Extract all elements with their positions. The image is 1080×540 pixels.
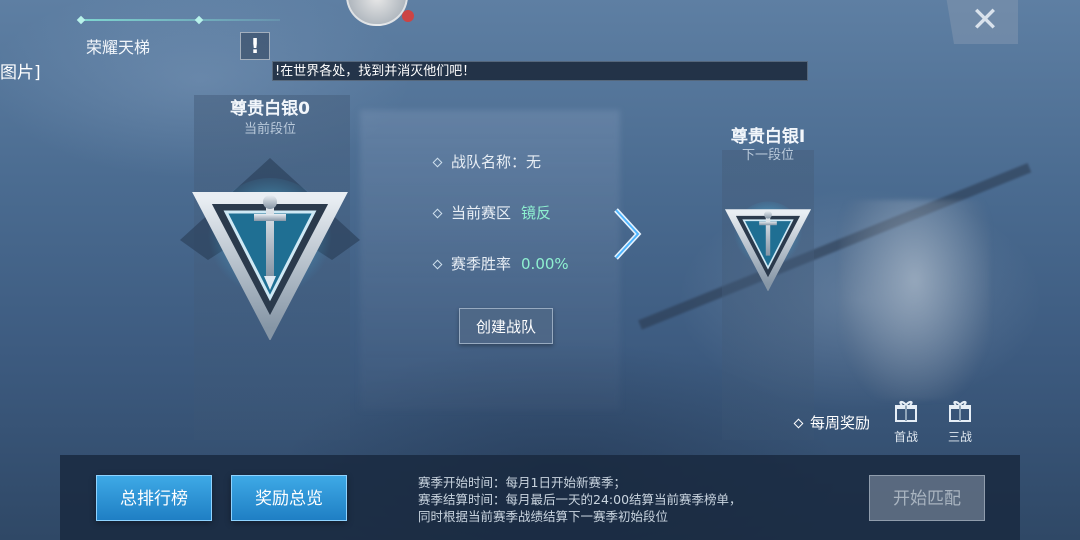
alert-icon[interactable]: ! xyxy=(240,32,270,60)
background-character xyxy=(840,200,990,400)
region-value: 镜反 xyxy=(521,204,552,222)
create-team-button[interactable]: 创建战队 xyxy=(459,308,553,344)
leaderboard-button[interactable]: 总排行榜 xyxy=(96,475,212,521)
winrate-row: 赛季胜率 0.00% xyxy=(432,253,569,274)
season-info-line: 赛季开始时间：每月1日开始新赛季； xyxy=(418,475,626,490)
team-name-row: 战队名称：无 xyxy=(432,151,542,172)
header-decor-line xyxy=(80,19,280,21)
bullet-icon xyxy=(432,208,443,219)
region-row: 当前赛区 镜反 xyxy=(432,202,552,223)
region-label: 当前赛区 xyxy=(451,204,512,222)
start-match-button[interactable]: 开始匹配 xyxy=(869,475,985,521)
current-rank-name: 尊贵白银0 xyxy=(230,99,310,119)
team-name-label: 战队名称： xyxy=(451,153,527,171)
winrate-label: 赛季胜率 xyxy=(451,255,512,273)
rewards-overview-button[interactable]: 奖励总览 xyxy=(231,475,347,521)
weekly-rewards-label: 每周奖励 xyxy=(793,412,871,433)
left-edge-text: 图片] xyxy=(0,63,41,83)
current-rank-caption: 当前段位 xyxy=(243,122,296,137)
team-name-value: 无 xyxy=(526,153,542,171)
close-icon: ✕ xyxy=(970,0,1000,40)
bullet-icon xyxy=(432,157,443,168)
silver-rank-emblem-icon xyxy=(180,158,360,340)
season-info-line: 同时根据当前赛季战绩结算下一赛季初始段位 xyxy=(418,509,669,524)
page-title: 荣耀天梯 xyxy=(86,38,151,57)
weekly-rewards-text: 每周奖励 xyxy=(810,414,871,432)
notification-dot xyxy=(402,10,414,22)
bullet-icon xyxy=(432,259,443,270)
gift-icon xyxy=(895,401,917,422)
gift-icon xyxy=(949,401,971,422)
season-info: 赛季开始时间：每月1日开始新赛季； 赛季结算时间：每月最后一天的24:00结算当… xyxy=(418,474,742,525)
reward-label: 首战 xyxy=(893,430,918,444)
reward-first-battle[interactable]: 首战 xyxy=(886,400,926,445)
reward-third-battle[interactable]: 三战 xyxy=(940,400,980,445)
reward-label: 三战 xyxy=(947,430,972,444)
announcement-banner: !在世界各处，找到并消灭他们吧！ xyxy=(272,61,808,81)
winrate-value: 0.00% xyxy=(521,255,569,273)
chevron-right-icon xyxy=(614,208,642,260)
silver-rank-emblem-icon xyxy=(724,201,812,291)
season-info-line: 赛季结算时间：每月最后一天的24:00结算当前赛季榜单， xyxy=(418,492,742,507)
bullet-icon xyxy=(793,418,804,429)
next-rank-caption: 下一段位 xyxy=(741,148,794,163)
